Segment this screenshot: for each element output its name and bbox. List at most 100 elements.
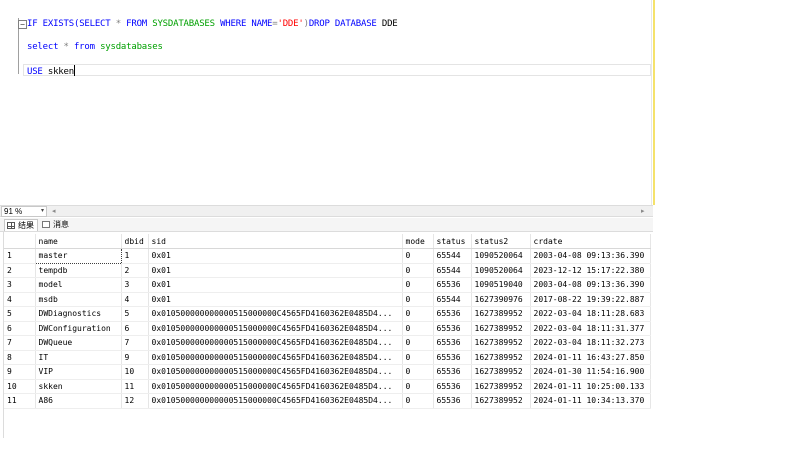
table-cell[interactable]: 3 xyxy=(121,277,149,293)
scroll-right-icon[interactable]: ▸ xyxy=(641,207,645,215)
table-cell[interactable]: 2022-03-04 18:11:31.377 xyxy=(530,321,651,336)
table-cell[interactable]: 0 xyxy=(402,248,434,264)
table-row[interactable]: 11 A86 12 0x010500000000000515000000C4565FD… xyxy=(4,393,651,409)
table-cell[interactable]: 65544 xyxy=(433,263,472,278)
table-cell[interactable]: 0x010500000000000515000000C4565FD4160362… xyxy=(148,335,403,351)
chevron-down-icon[interactable]: ▾ xyxy=(41,207,44,216)
table-cell[interactable]: 0x010500000000000515000000C4565FD4160362… xyxy=(148,393,403,409)
table-cell[interactable]: 1627389952 xyxy=(471,393,531,409)
column-header-name[interactable]: name xyxy=(35,234,122,249)
table-cell[interactable]: 0x01 xyxy=(148,292,403,307)
table-cell[interactable]: DWDiagnostics xyxy=(35,306,122,322)
table-cell[interactable]: VIP xyxy=(35,364,122,380)
tab-messages[interactable]: 消息 xyxy=(40,219,74,231)
table-cell[interactable]: 65544 xyxy=(433,248,472,264)
table-cell[interactable]: 0 xyxy=(402,364,434,380)
table-cell[interactable]: 65536 xyxy=(433,393,472,409)
table-cell[interactable]: 65536 xyxy=(433,321,472,336)
table-cell[interactable]: 12 xyxy=(121,393,149,409)
table-cell[interactable]: 1627390976 xyxy=(471,292,531,307)
table-cell[interactable]: 10 xyxy=(121,364,149,380)
table-row[interactable]: 7 DWQueue 7 0x010500000000000515000000C4565… xyxy=(4,335,651,351)
table-cell[interactable]: msdb xyxy=(35,292,122,307)
table-row[interactable]: 10 skken 11 0x010500000000000515000000C4565… xyxy=(4,379,651,394)
table-cell[interactable]: 0x010500000000000515000000C4565FD4160362… xyxy=(148,364,403,380)
row-number[interactable]: 2 xyxy=(4,263,36,278)
table-cell[interactable]: 0x010500000000000515000000C4565FD4160362… xyxy=(148,321,403,336)
table-cell[interactable]: 0 xyxy=(402,335,434,351)
table-row[interactable]: 1 master 1 0x01 0 65544 1090520064 2003-04-08 0… xyxy=(4,248,651,264)
row-number[interactable]: 8 xyxy=(4,350,36,365)
table-row[interactable]: 3 model 3 0x01 0 65536 1090519040 2003-04-08 09… xyxy=(4,277,651,293)
table-cell[interactable]: 0x010500000000000515000000C4565FD4160362… xyxy=(148,379,403,394)
table-cell[interactable]: 0 xyxy=(402,306,434,322)
table-cell[interactable]: 0x01 xyxy=(148,263,403,278)
table-cell[interactable]: 1627389952 xyxy=(471,321,531,336)
table-row[interactable]: 6 DWConfiguration 6 0x010500000000000515000… xyxy=(4,321,651,336)
row-number[interactable]: 10 xyxy=(4,379,36,394)
column-header-status[interactable]: status xyxy=(433,234,472,249)
table-cell[interactable]: DWQueue xyxy=(35,335,122,351)
column-header-dbid[interactable]: dbid xyxy=(121,234,149,249)
grid-corner[interactable] xyxy=(4,234,36,249)
column-header-crdate[interactable]: crdate xyxy=(530,234,651,249)
table-row[interactable]: 9 VIP 10 0x010500000000000515000000C4565FD4… xyxy=(4,364,651,380)
row-number[interactable]: 9 xyxy=(4,364,36,380)
table-cell[interactable]: 2022-03-04 18:11:28.683 xyxy=(530,306,651,322)
table-cell[interactable]: 65536 xyxy=(433,350,472,365)
table-cell[interactable]: 2024-01-11 16:43:27.850 xyxy=(530,350,651,365)
table-cell[interactable]: 2024-01-11 10:34:13.370 xyxy=(530,393,651,409)
collapse-toggle-icon[interactable]: − xyxy=(18,20,27,29)
query-editor[interactable]: − IF EXISTS(SELECT * FROM SYSDATABASES W… xyxy=(0,0,653,205)
table-row[interactable]: 5 DWDiagnostics 5 0x01050000000000051500000… xyxy=(4,306,651,322)
row-number[interactable]: 6 xyxy=(4,321,36,336)
table-cell[interactable]: 65536 xyxy=(433,379,472,394)
table-row[interactable]: 8 IT 9 0x010500000000000515000000C4565FD416… xyxy=(4,350,651,365)
table-cell[interactable]: 6 xyxy=(121,321,149,336)
table-cell[interactable]: 1 xyxy=(121,248,149,264)
table-cell[interactable]: 2 xyxy=(121,263,149,278)
table-cell[interactable]: 2017-08-22 19:39:22.887 xyxy=(530,292,651,307)
table-cell[interactable]: 1090519040 xyxy=(471,277,531,293)
code-line-1[interactable]: IF EXISTS(SELECT * FROM SYSDATABASES WHE… xyxy=(27,19,398,29)
table-cell[interactable]: 0x01 xyxy=(148,248,403,264)
table-cell[interactable]: 5 xyxy=(121,306,149,322)
table-cell[interactable]: 0 xyxy=(402,292,434,307)
row-number[interactable]: 11 xyxy=(4,393,36,409)
results-grid[interactable]: name dbid sid mode status status2 crdate 1 mast… xyxy=(4,234,651,409)
table-cell[interactable]: 2003-04-08 09:13:36.390 xyxy=(530,277,651,293)
table-cell[interactable]: model xyxy=(35,277,122,293)
table-cell[interactable]: 2024-01-30 11:54:16.900 xyxy=(530,364,651,380)
table-cell[interactable]: 2024-01-11 10:25:00.133 xyxy=(530,379,651,394)
table-cell[interactable]: master xyxy=(34,248,122,264)
row-number[interactable]: 4 xyxy=(4,292,36,307)
table-cell[interactable]: 65536 xyxy=(433,306,472,322)
table-cell[interactable]: skken xyxy=(35,379,122,394)
table-cell[interactable]: 1627389952 xyxy=(471,306,531,322)
table-cell[interactable]: 65536 xyxy=(433,364,472,380)
table-cell[interactable]: 1627389952 xyxy=(471,335,531,351)
results-table[interactable]: name dbid sid mode status status2 crdate 1 mast… xyxy=(4,234,651,409)
scroll-left-icon[interactable]: ◂ xyxy=(52,207,56,215)
table-cell[interactable]: 0 xyxy=(402,263,434,278)
row-number[interactable]: 5 xyxy=(4,306,36,322)
table-cell[interactable]: 7 xyxy=(121,335,149,351)
table-cell[interactable]: 2003-04-08 09:13:36.390 xyxy=(530,248,651,264)
table-cell[interactable]: 0 xyxy=(402,321,434,336)
table-cell[interactable]: 65536 xyxy=(433,277,472,293)
table-cell[interactable]: 4 xyxy=(121,292,149,307)
table-cell[interactable]: 2023-12-12 15:17:22.380 xyxy=(530,263,651,278)
table-cell[interactable]: 0 xyxy=(402,277,434,293)
table-cell[interactable]: A86 xyxy=(35,393,122,409)
column-header-status2[interactable]: status2 xyxy=(471,234,531,249)
column-header-sid[interactable]: sid xyxy=(148,234,403,249)
code-line-2[interactable]: select * from sysdatabases xyxy=(27,42,163,52)
table-cell[interactable]: tempdb xyxy=(35,263,122,278)
table-cell[interactable]: 0x010500000000000515000000C4565FD4160362… xyxy=(148,350,403,365)
table-cell[interactable]: 0 xyxy=(402,379,434,394)
table-cell[interactable]: 1090520064 xyxy=(471,248,531,264)
table-cell[interactable]: 0x010500000000000515000000C4565FD4160362… xyxy=(148,306,403,322)
table-cell[interactable]: 2022-03-04 18:11:32.273 xyxy=(530,335,651,351)
table-cell[interactable]: 65536 xyxy=(433,335,472,351)
row-number[interactable]: 7 xyxy=(4,335,36,351)
